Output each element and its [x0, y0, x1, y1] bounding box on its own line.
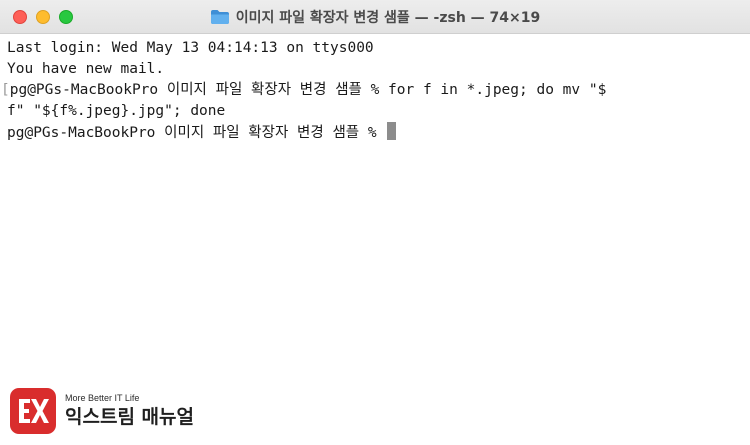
title-bar[interactable]: 이미지 파일 확장자 변경 샘플 — -zsh — 74×19: [0, 0, 750, 34]
text-cursor: [387, 122, 397, 140]
brand-tagline: More Better IT Life: [65, 393, 140, 403]
terminal-line: Last login: Wed May 13 04:14:13 on ttys0…: [7, 40, 374, 56]
terminal-prompt: pg@PGs-MacBookPro 이미지 파일 확장자 변경 샘플 %: [7, 125, 386, 141]
terminal-window: 이미지 파일 확장자 변경 샘플 — -zsh — 74×19 Last log…: [0, 0, 750, 445]
terminal-prompt-line[interactable]: pg@PGs-MacBookPro 이미지 파일 확장자 변경 샘플 %: [7, 122, 750, 143]
watermark: More Better IT Life 익스트림 매뉴얼: [10, 388, 194, 434]
brand-name: 익스트림 매뉴얼: [65, 406, 194, 428]
terminal-output[interactable]: Last login: Wed May 13 04:14:13 on ttys0…: [0, 35, 750, 445]
folder-icon: [210, 9, 230, 25]
window-title: 이미지 파일 확장자 변경 샘플 — -zsh — 74×19: [0, 0, 750, 34]
terminal-line: You have new mail.: [7, 61, 165, 77]
window-title-text: 이미지 파일 확장자 변경 샘플 — -zsh — 74×19: [235, 10, 541, 26]
line-mark: [: [1, 82, 10, 98]
terminal-line: [pg@PGs-MacBookPro 이미지 파일 확장자 변경 샘플 % fo…: [1, 80, 750, 101]
brand: More Better IT Life 익스트림 매뉴얼: [65, 393, 194, 429]
terminal-line-text: pg@PGs-MacBookPro 이미지 파일 확장자 변경 샘플 % for…: [9, 82, 607, 98]
terminal-line: f" "${f%.jpeg}.jpg"; done: [7, 103, 226, 119]
ex-logo-icon: [10, 388, 56, 434]
